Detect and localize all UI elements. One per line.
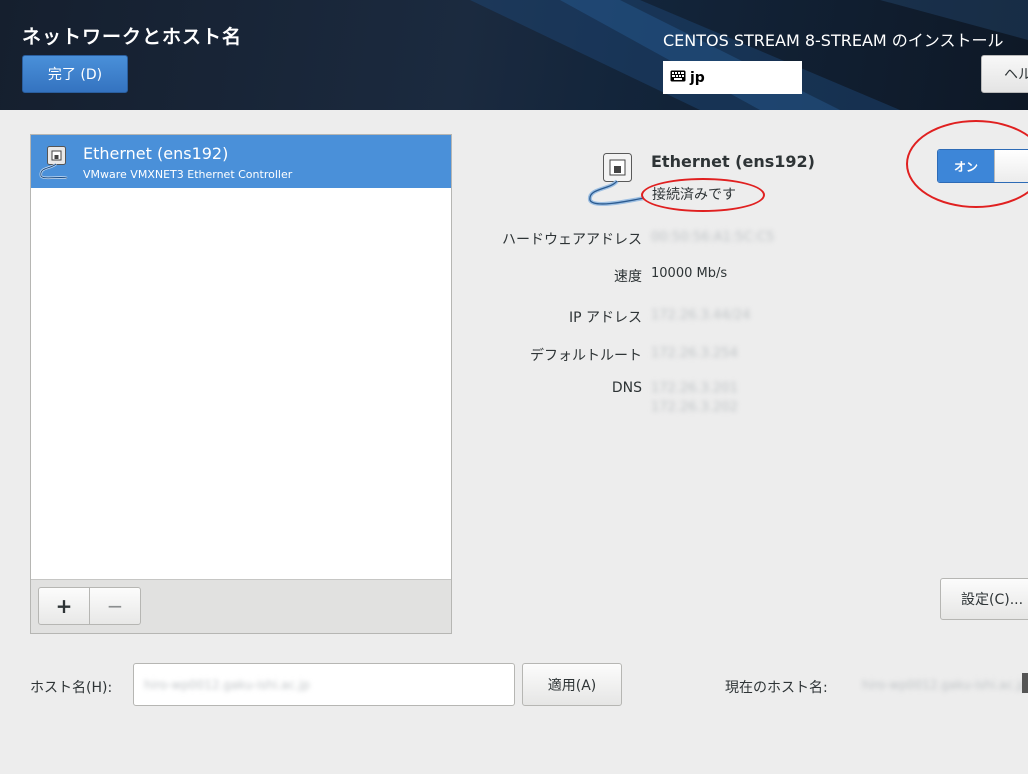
- device-list: Ethernet (ens192) VMware VMXNET3 Etherne…: [30, 134, 452, 634]
- dns-value-secondary: 172.26.3.202: [651, 400, 738, 415]
- scroll-indicator: [1022, 673, 1028, 693]
- dns-value-primary: 172.26.3.201: [651, 381, 738, 396]
- header-bar: ネットワークとホスト名 完了 (D) CENTOS STREAM 8-STREA…: [0, 0, 1028, 110]
- hostname-input[interactable]: hiro-wp0012.gaku-ishi.ac.jp: [133, 663, 515, 706]
- hostname-label: ホスト名(H):: [30, 680, 113, 696]
- current-hostname-value: hiro-wp0012.gaku-ishi.ac.jp: [862, 678, 1028, 692]
- switch-highlight-ring: [906, 120, 1028, 208]
- ip-address-value: 172.26.3.44/24: [651, 308, 751, 323]
- hardware-address-value: 00:50:56:A1:5C:C5: [651, 230, 775, 245]
- current-hostname-label: 現在のホスト名:: [725, 680, 828, 696]
- apply-button[interactable]: 適用(A): [522, 663, 622, 706]
- hostname-value: hiro-wp0012.gaku-ishi.ac.jp: [144, 677, 310, 692]
- done-button[interactable]: 完了 (D): [22, 55, 128, 93]
- status-highlight-ring: [641, 178, 765, 212]
- speed-label: 速度: [614, 269, 642, 285]
- ethernet-icon: [584, 152, 650, 214]
- default-route-label: デフォルトルート: [530, 348, 642, 364]
- device-list-item[interactable]: Ethernet (ens192) VMware VMXNET3 Etherne…: [31, 135, 451, 188]
- device-list-toolbar: + −: [31, 579, 451, 633]
- header-decoration: [470, 0, 1028, 110]
- page-title: ネットワークとホスト名: [22, 26, 243, 48]
- speed-value: 10000 Mb/s: [651, 266, 728, 281]
- keyboard-layout-value: jp: [690, 69, 705, 86]
- keyboard-layout-indicator[interactable]: jp: [663, 61, 802, 94]
- hardware-address-label: ハードウェアアドレス: [502, 232, 642, 248]
- keyboard-icon: [670, 70, 686, 86]
- add-device-button[interactable]: +: [38, 587, 90, 625]
- dns-label: DNS: [611, 380, 642, 396]
- ethernet-icon: [37, 143, 79, 185]
- settings-button[interactable]: 設定(C)...: [940, 578, 1028, 620]
- install-title: CENTOS STREAM 8-STREAM のインストール: [663, 31, 1004, 50]
- default-route-value: 172.26.3.254: [651, 346, 738, 361]
- device-name: Ethernet (ens192): [83, 144, 229, 163]
- detail-device-name: Ethernet (ens192): [651, 152, 815, 171]
- help-button[interactable]: ヘルプ!: [981, 55, 1028, 93]
- device-description: VMware VMXNET3 Ethernet Controller: [83, 168, 293, 181]
- ip-address-label: IP アドレス: [568, 310, 642, 326]
- remove-device-button[interactable]: −: [89, 587, 141, 625]
